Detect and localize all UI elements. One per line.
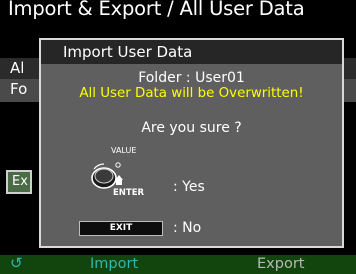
confirm-dialog: Import User Data Folder : User01 All Use… (39, 38, 344, 248)
import-tab[interactable]: Import (90, 255, 138, 274)
value-knob-icon[interactable] (88, 156, 128, 192)
confirm-question: Are you sure ? (141, 120, 242, 136)
execute-button[interactable]: Ex (6, 170, 32, 194)
folder-label: Folder : User01 (138, 70, 245, 86)
screen-title: Import & Export / All User Data (8, 0, 305, 20)
dialog-title: Import User Data (63, 43, 193, 61)
no-option[interactable]: : No (173, 220, 201, 236)
list-item-label: Al (10, 59, 25, 77)
yes-option[interactable]: : Yes (173, 179, 205, 195)
exit-key-icon[interactable]: EXIT (79, 221, 163, 236)
footer-bar: ↺ Import Export (0, 254, 356, 274)
overwrite-warning: All User Data will be Overwritten! (79, 86, 304, 101)
enter-key-label: ENTER (113, 188, 145, 198)
list-item-label: Fo (10, 80, 28, 98)
export-tab[interactable]: Export (257, 255, 304, 274)
dialog-title-bar: Import User Data (41, 40, 342, 64)
value-knob-label: VALUE (111, 146, 137, 155)
refresh-icon[interactable]: ↺ (10, 254, 23, 272)
